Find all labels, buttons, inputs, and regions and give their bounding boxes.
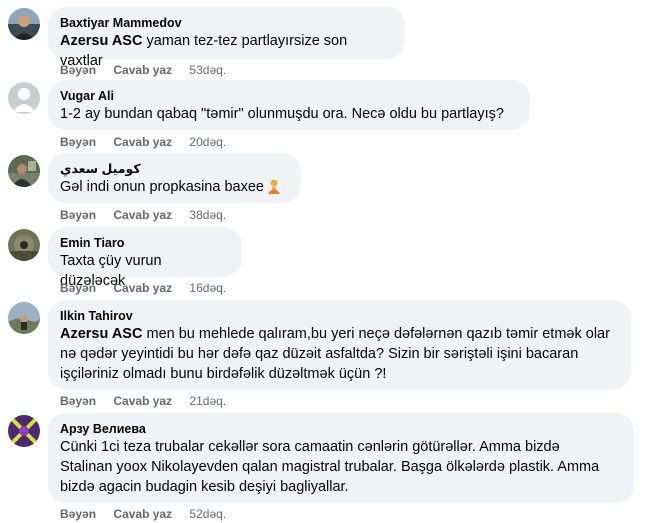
comment-actions: Bəyən Cavab yaz 21dəq. xyxy=(60,393,226,409)
comment-timestamp[interactable]: 53dəq. xyxy=(189,62,226,78)
like-button[interactable]: Bəyən xyxy=(60,506,96,522)
comment-author[interactable]: Baxtiyar Mammedov xyxy=(60,15,393,31)
reply-button[interactable]: Cavab yaz xyxy=(113,506,172,522)
person-thinking-emoji xyxy=(266,178,282,194)
comment-text: Cünki 1ci teza trubalar cekəllər sora ca… xyxy=(60,439,600,495)
comment-text: Azersu ASC men bu mehlede qalıram,bu yer… xyxy=(60,324,619,384)
like-button[interactable]: Bəyən xyxy=(60,393,96,409)
comment-actions: Bəyən Cavab yaz 16dəq. xyxy=(60,280,226,296)
avatar[interactable] xyxy=(8,415,40,447)
mention-link[interactable]: Azersu ASC xyxy=(60,33,142,49)
avatar[interactable] xyxy=(8,155,40,187)
comment-timestamp[interactable]: 52dəq. xyxy=(189,506,226,522)
avatar[interactable] xyxy=(8,8,40,40)
reply-button[interactable]: Cavab yaz xyxy=(113,280,172,296)
comment-text-body: men bu mehlede qalıram,bu yeri neçə dəfə… xyxy=(60,326,610,382)
mention-link[interactable]: Azersu ASC xyxy=(60,326,142,342)
comment-actions: Bəyən Cavab yaz 38dəq. xyxy=(60,207,226,223)
comment-actions: Bəyən Cavab yaz 53dəq. xyxy=(60,62,226,78)
comment-author[interactable]: Арзу Велиева xyxy=(60,421,622,437)
reply-button[interactable]: Cavab yaz xyxy=(113,62,172,78)
comment-text: Gəl indi onun propkasina baxee xyxy=(60,177,289,197)
comment-timestamp[interactable]: 38dəq. xyxy=(189,207,226,223)
comment-author[interactable]: Vugar Ali xyxy=(60,88,518,104)
comment-bubble: Ilkin Tahirov Azersu ASC men bu mehlede … xyxy=(48,300,631,390)
comment-timestamp[interactable]: 16dəq. xyxy=(189,280,226,296)
comment-bubble: Арзу Велиева Cünki 1ci teza trubalar cek… xyxy=(48,413,634,503)
comment-text-body: Gəl indi onun propkasina baxee xyxy=(60,179,264,195)
like-button[interactable]: Bəyən xyxy=(60,280,96,296)
comment-actions: Bəyən Cavab yaz 20dəq. xyxy=(60,134,226,150)
comment-author[interactable]: Ilkin Tahirov xyxy=(60,308,619,324)
comment-author[interactable]: Emin Tiaro xyxy=(60,235,230,251)
comment-author[interactable]: كوميل سعدي xyxy=(60,161,289,177)
reply-button[interactable]: Cavab yaz xyxy=(113,207,172,223)
comment-actions: Bəyən Cavab yaz 52dəq. xyxy=(60,506,226,522)
avatar[interactable] xyxy=(8,82,40,114)
like-button[interactable]: Bəyən xyxy=(60,207,96,223)
reply-button[interactable]: Cavab yaz xyxy=(113,134,172,150)
reply-button[interactable]: Cavab yaz xyxy=(113,393,172,409)
comment-bubble: Emin Tiaro Taxta çüy vurun düzələcək xyxy=(48,227,242,289)
comment-bubble: Vugar Ali 1-2 ay bundan qabaq "təmir" ol… xyxy=(48,80,530,130)
comment-bubble: Baxtiyar Mammedov Azersu ASC yaman tez-t… xyxy=(48,7,405,69)
like-button[interactable]: Bəyən xyxy=(60,134,96,150)
avatar[interactable] xyxy=(8,229,40,261)
avatar[interactable] xyxy=(8,302,40,334)
comment-bubble: كوميل سعدي Gəl indi onun propkasina baxe… xyxy=(48,153,301,203)
comment-timestamp[interactable]: 21dəq. xyxy=(189,393,226,409)
like-button[interactable]: Bəyən xyxy=(60,62,96,78)
comment-text: 1-2 ay bundan qabaq "təmir" olunmuşdu or… xyxy=(60,106,504,122)
comment-timestamp[interactable]: 20dəq. xyxy=(189,134,226,150)
